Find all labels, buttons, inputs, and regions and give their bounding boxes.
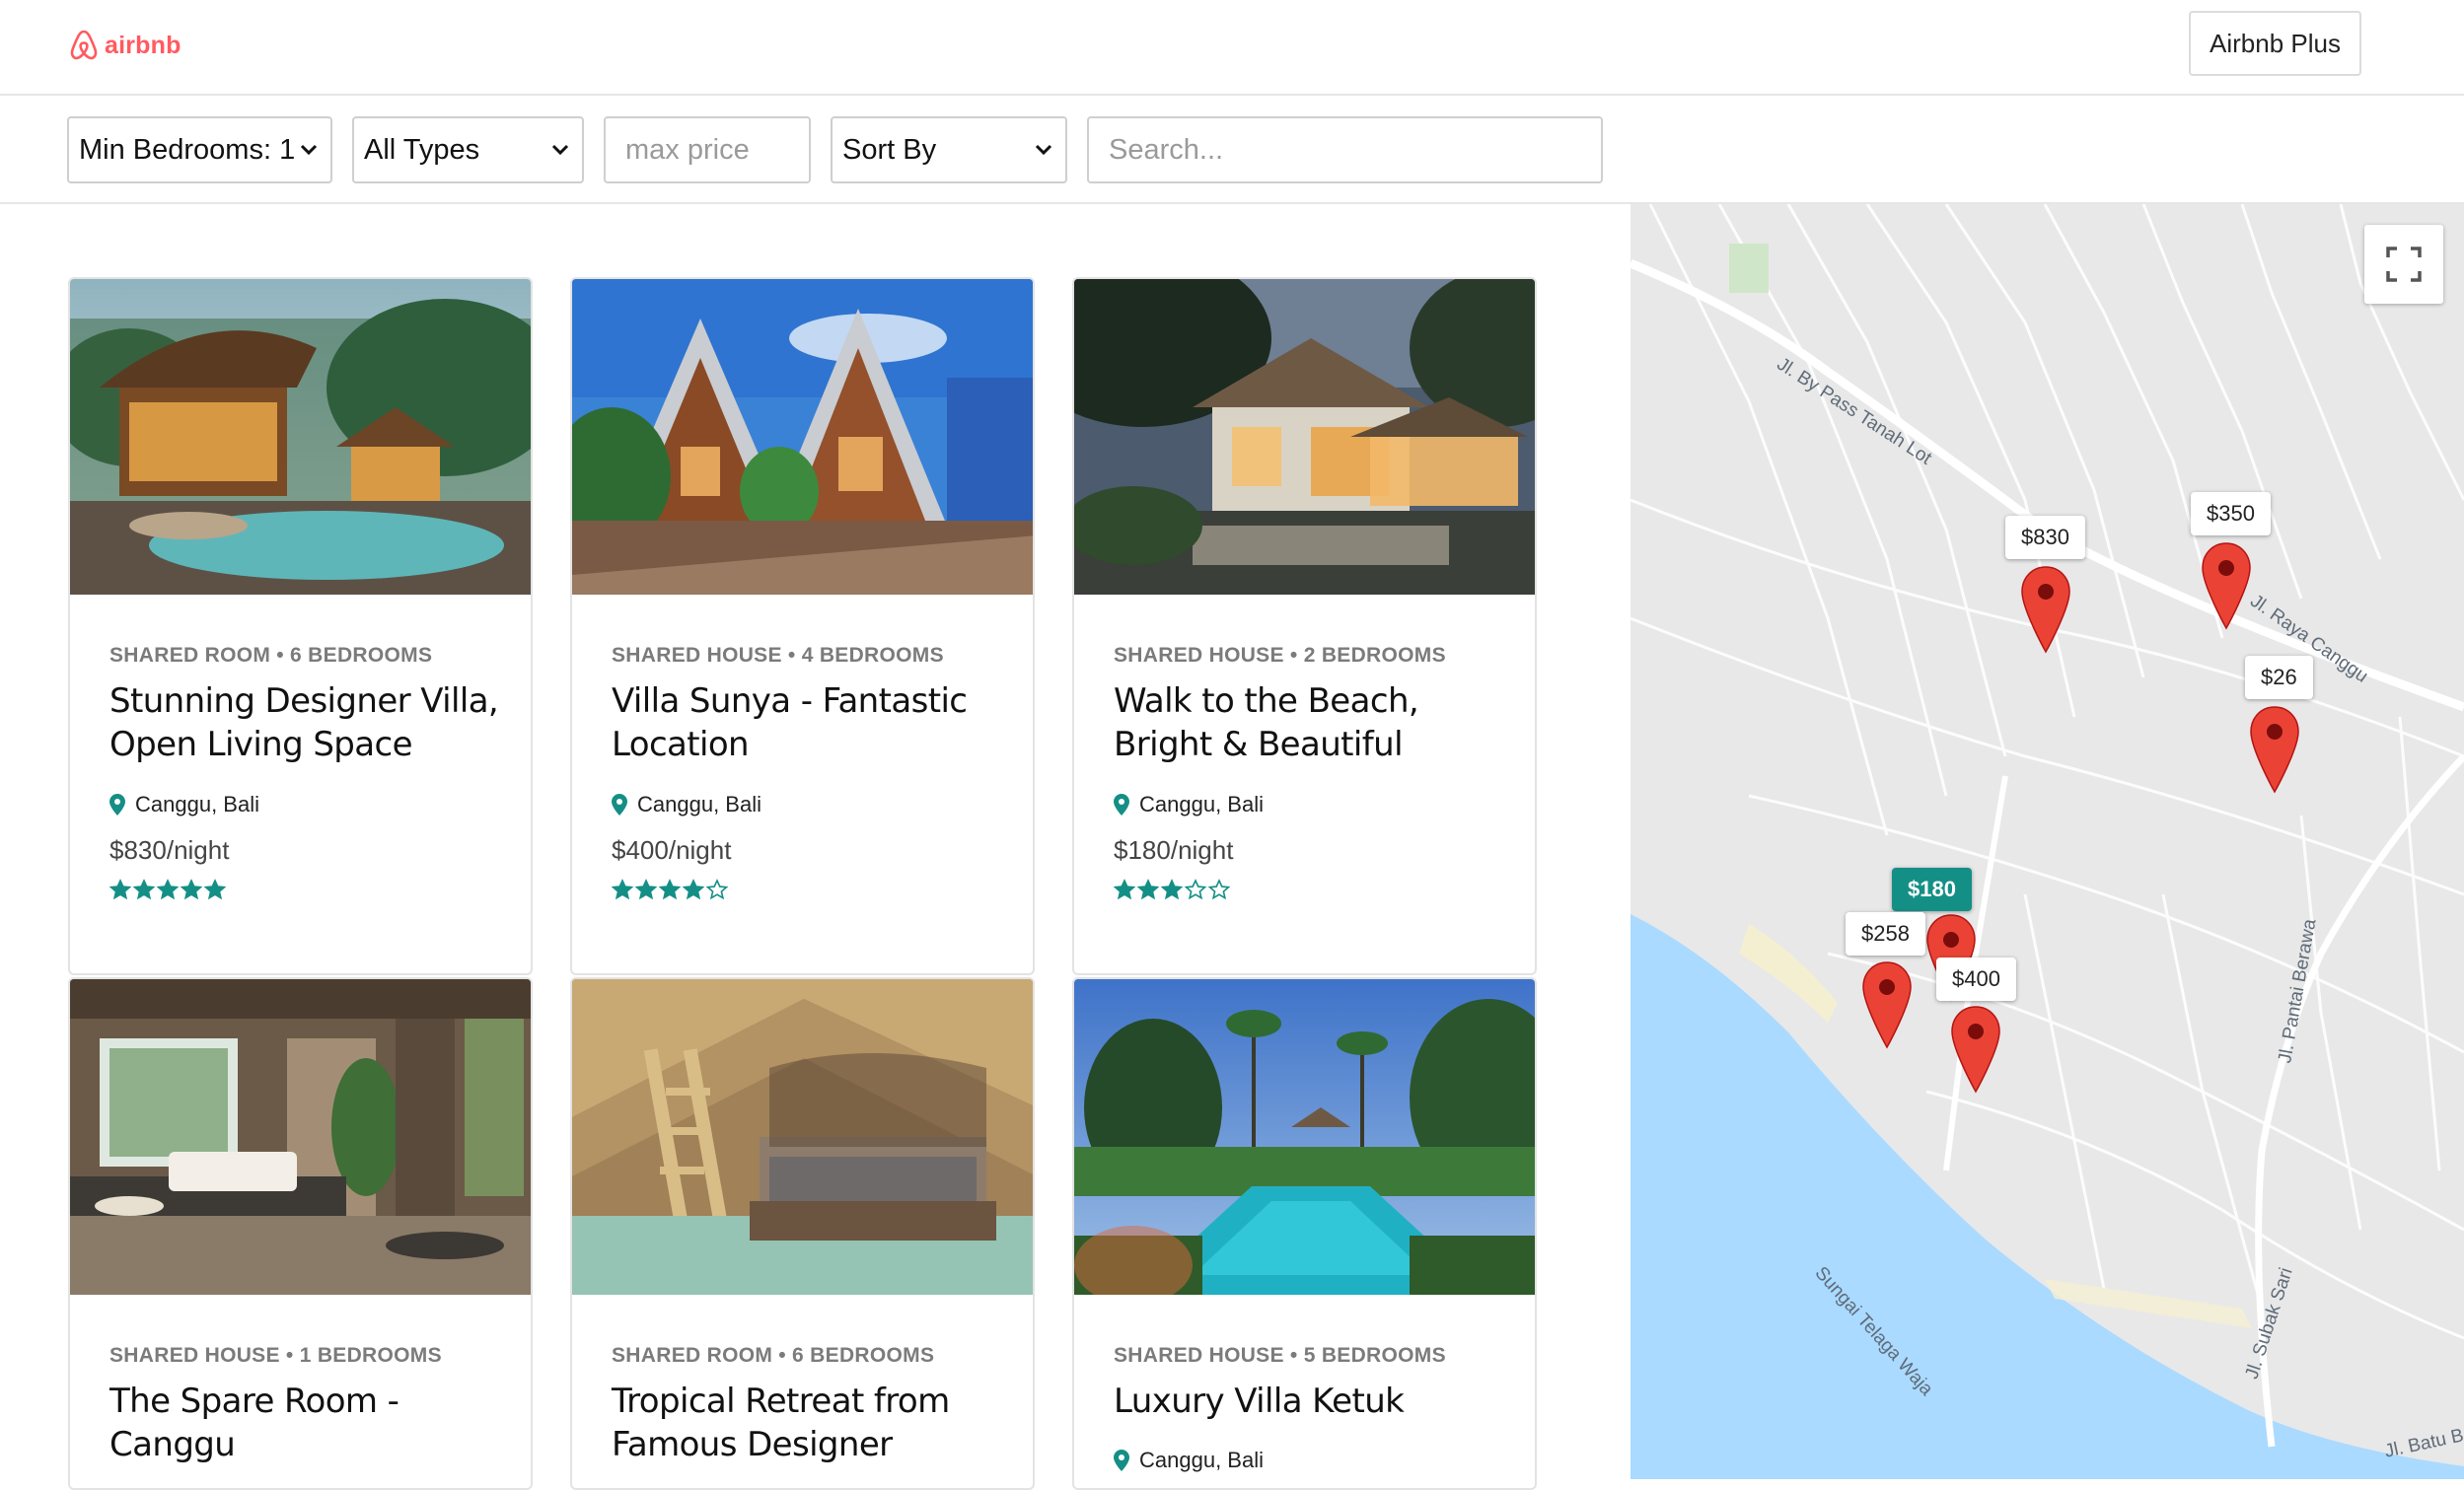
map-pin-icon xyxy=(612,794,627,816)
airbnb-logo-icon xyxy=(70,30,98,60)
filter-bar: Min Bedrooms: 1 All Types max price Sort… xyxy=(0,96,2464,204)
listing-meta: SHARED ROOM • 6 BEDROOMS xyxy=(109,644,433,667)
star-icon xyxy=(1161,879,1183,900)
map-pin-marker[interactable] xyxy=(1861,960,1913,1049)
search-placeholder: Search... xyxy=(1109,133,1224,166)
map-price-tag-active[interactable]: $180 xyxy=(1892,868,1972,911)
listing-title[interactable]: Luxury Villa Ketuk xyxy=(1114,1380,1508,1423)
listing-card[interactable]: SHARED ROOM • 6 BEDROOMS Tropical Retrea… xyxy=(570,977,1035,1490)
map-pin-icon xyxy=(1114,1450,1129,1471)
listing-meta: SHARED HOUSE • 2 BEDROOMS xyxy=(1114,644,1446,667)
listing-meta: SHARED HOUSE • 5 BEDROOMS xyxy=(1114,1344,1446,1367)
listing-location-text: Canggu, Bali xyxy=(135,792,259,816)
property-type-select[interactable]: All Types xyxy=(352,116,584,183)
star-rating xyxy=(612,879,728,900)
top-header: airbnb Airbnb Plus xyxy=(0,0,2464,96)
listing-title[interactable]: The Spare Room - Canggu xyxy=(109,1380,504,1466)
listing-card[interactable]: SHARED HOUSE • 1 BEDROOMS The Spare Room… xyxy=(68,977,533,1490)
min-bedrooms-select[interactable]: Min Bedrooms: 1 xyxy=(67,116,332,183)
listing-meta: SHARED HOUSE • 4 BEDROOMS xyxy=(612,644,944,667)
map-price-tag[interactable]: $26 xyxy=(2245,656,2313,699)
star-icon xyxy=(706,879,728,900)
sort-by-value: Sort By xyxy=(842,133,937,166)
star-icon xyxy=(1185,879,1206,900)
star-icon xyxy=(1208,879,1230,900)
search-input[interactable]: Search... xyxy=(1087,116,1603,183)
star-icon xyxy=(109,879,131,900)
listing-location-text: Canggu, Bali xyxy=(637,792,761,816)
listing-photo[interactable] xyxy=(572,979,1033,1295)
listing-title[interactable]: Tropical Retreat from Famous Designer xyxy=(612,1380,1006,1466)
star-icon xyxy=(612,879,633,900)
listing-location: Canggu, Bali xyxy=(109,792,259,817)
logo-text: airbnb xyxy=(105,31,181,59)
listing-card[interactable]: SHARED HOUSE • 5 BEDROOMS Luxury Villa K… xyxy=(1072,977,1537,1490)
map-pin-marker[interactable] xyxy=(2249,705,2300,794)
min-bedrooms-value: Min Bedrooms: 1 xyxy=(79,133,296,166)
listing-meta: SHARED ROOM • 6 BEDROOMS xyxy=(612,1344,935,1367)
listing-photo[interactable] xyxy=(572,279,1033,595)
chevron-down-icon xyxy=(551,144,569,156)
map-pin-marker[interactable] xyxy=(1950,1005,2001,1094)
listing-location: Canggu, Bali xyxy=(612,792,761,817)
listing-title[interactable]: Villa Sunya - Fantastic Location xyxy=(612,679,1006,766)
listing-title[interactable]: Stunning Designer Villa, Open Living Spa… xyxy=(109,679,504,766)
max-price-placeholder: max price xyxy=(625,133,750,166)
airbnb-plus-button[interactable]: Airbnb Plus xyxy=(2189,11,2361,76)
star-icon xyxy=(133,879,155,900)
listing-card[interactable]: SHARED HOUSE • 4 BEDROOMS Villa Sunya - … xyxy=(570,277,1035,975)
map-pin-marker[interactable] xyxy=(2201,541,2252,630)
star-icon xyxy=(1114,879,1135,900)
chevron-down-icon xyxy=(1035,144,1052,156)
map-pin-icon xyxy=(109,794,125,816)
listing-card[interactable]: SHARED ROOM • 6 BEDROOMS Stunning Design… xyxy=(68,277,533,975)
property-type-value: All Types xyxy=(364,133,480,166)
chevron-down-icon xyxy=(300,144,318,156)
star-icon xyxy=(635,879,657,900)
map-view[interactable]: Jl. By Pass Tanah Lot Jl. Raya Canggu Jl… xyxy=(1631,204,2464,1479)
listing-location: Canggu, Bali xyxy=(1114,792,1264,817)
listing-card[interactable]: SHARED HOUSE • 2 BEDROOMS Walk to the Be… xyxy=(1072,277,1537,975)
airbnb-logo[interactable]: airbnb xyxy=(69,26,181,65)
listing-title[interactable]: Walk to the Beach, Bright & Beautiful xyxy=(1114,679,1508,766)
listing-price: $180/night xyxy=(1114,835,1234,865)
star-rating xyxy=(109,879,226,900)
listing-location-text: Canggu, Bali xyxy=(1139,792,1264,816)
star-icon xyxy=(181,879,202,900)
map-canvas[interactable] xyxy=(1631,204,2464,1479)
listing-photo[interactable] xyxy=(70,279,531,595)
map-price-tag[interactable]: $400 xyxy=(1936,958,2016,1001)
listing-photo[interactable] xyxy=(1074,279,1535,595)
star-icon xyxy=(659,879,681,900)
listing-location: Canggu, Bali xyxy=(1114,1448,1264,1473)
star-icon xyxy=(1137,879,1159,900)
map-price-tag[interactable]: $350 xyxy=(2191,492,2271,535)
fullscreen-icon xyxy=(2386,247,2422,282)
listing-meta: SHARED HOUSE • 1 BEDROOMS xyxy=(109,1344,442,1367)
sort-by-select[interactable]: Sort By xyxy=(831,116,1067,183)
star-icon xyxy=(157,879,179,900)
listing-price: $830/night xyxy=(109,835,230,865)
listing-location-text: Canggu, Bali xyxy=(1139,1448,1264,1472)
map-pin-marker[interactable] xyxy=(2020,565,2071,654)
max-price-input[interactable]: max price xyxy=(604,116,811,183)
star-icon xyxy=(204,879,226,900)
star-icon xyxy=(683,879,704,900)
map-price-tag[interactable]: $830 xyxy=(2005,516,2085,559)
listing-photo[interactable] xyxy=(1074,979,1535,1295)
star-rating xyxy=(1114,879,1230,900)
map-pin-icon xyxy=(1114,794,1129,816)
listing-photo[interactable] xyxy=(70,979,531,1295)
map-price-tag[interactable]: $258 xyxy=(1846,912,1925,956)
fullscreen-button[interactable] xyxy=(2364,225,2443,304)
listing-price: $400/night xyxy=(612,835,732,865)
